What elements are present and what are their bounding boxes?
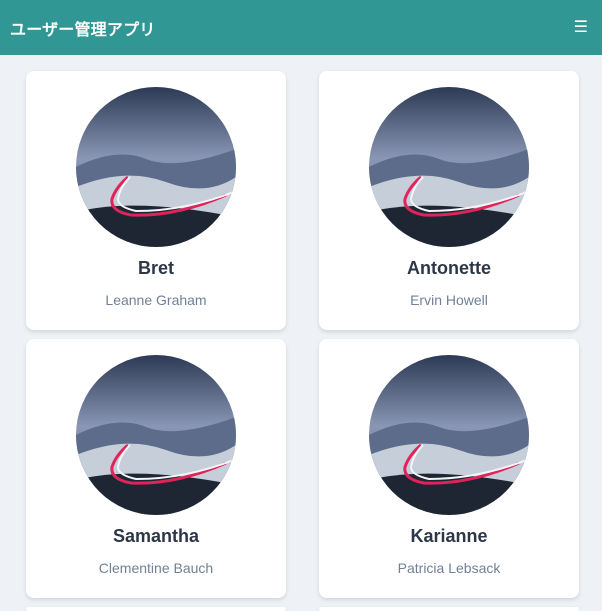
user-fullname: Ervin Howell xyxy=(410,292,488,308)
app-header: ユーザー管理アプリ ☰ xyxy=(0,0,602,55)
avatar xyxy=(76,355,236,515)
user-card[interactable]: Karianne Patricia Lebsack xyxy=(319,339,579,598)
user-card-partial xyxy=(26,607,286,611)
user-username: Bret xyxy=(137,258,174,278)
avatar xyxy=(369,87,529,247)
user-username: Karianne xyxy=(410,526,488,546)
user-fullname: Patricia Lebsack xyxy=(397,560,501,576)
user-card-partial xyxy=(319,607,579,611)
user-fullname: Clementine Bauch xyxy=(98,560,214,576)
avatar xyxy=(76,87,236,247)
user-card[interactable]: Antonette Ervin Howell xyxy=(319,71,579,330)
user-card[interactable]: Samantha Clementine Bauch xyxy=(26,339,286,598)
app-title: ユーザー管理アプリ xyxy=(10,19,156,39)
user-username: Antonette xyxy=(407,258,491,278)
hamburger-menu-icon[interactable]: ☰ xyxy=(574,19,588,36)
user-username: Samantha xyxy=(112,526,200,546)
user-fullname: Leanne Graham xyxy=(105,292,207,308)
user-card[interactable]: Bret Leanne Graham xyxy=(26,71,286,330)
avatar xyxy=(369,355,529,515)
